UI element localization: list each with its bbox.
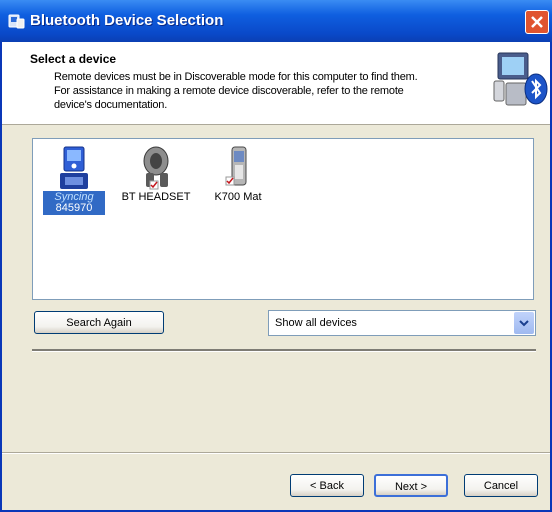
- back-button[interactable]: < Back: [290, 474, 364, 497]
- search-again-button[interactable]: Search Again: [34, 311, 164, 334]
- headset-icon: [136, 143, 176, 191]
- window-title: Bluetooth Device Selection: [30, 12, 224, 29]
- cancel-button[interactable]: Cancel: [464, 474, 538, 497]
- title-bar[interactable]: Bluetooth Device Selection: [0, 0, 552, 42]
- header-description-line1: Remote devices must be in Discoverable m…: [54, 71, 418, 83]
- device-filter-value: Show all devices: [275, 317, 357, 329]
- device-filter-select[interactable]: Show all devices: [268, 310, 536, 336]
- device-item-headset[interactable]: BT HEADSET: [115, 143, 197, 203]
- device-label-pda: Syncing 845970: [43, 191, 105, 215]
- device-label-phone: K700 Mat: [214, 191, 262, 203]
- device-list[interactable]: Syncing 845970 BT HEADSET K700 Mat: [32, 138, 534, 300]
- close-icon: [531, 16, 543, 28]
- separator: [32, 349, 536, 352]
- header-description-line3: device's documentation.: [54, 99, 168, 111]
- computer-bluetooth-icon: [492, 47, 548, 111]
- device-label-headset: BT HEADSET: [121, 191, 191, 203]
- wizard-header: Select a device Remote devices must be i…: [2, 42, 550, 125]
- footer-separator: [2, 452, 550, 454]
- close-button[interactable]: [525, 10, 549, 34]
- header-description-line2: For assistance in making a remote device…: [54, 85, 404, 97]
- bluetooth-device-selection-window: Bluetooth Device Selection Select a devi…: [0, 0, 552, 512]
- next-button[interactable]: Next >: [374, 474, 448, 497]
- bluetooth-devices-icon: [8, 12, 26, 30]
- mobile-phone-icon: [218, 143, 258, 191]
- device-item-phone[interactable]: K700 Mat: [205, 143, 271, 203]
- search-controls: Search Again Show all devices: [32, 310, 538, 340]
- chevron-down-icon[interactable]: [514, 312, 534, 334]
- device-label-line2: 845970: [55, 202, 93, 214]
- device-item-pda[interactable]: Syncing 845970: [43, 143, 105, 215]
- pda-icon: [54, 143, 94, 191]
- page-title: Select a device: [30, 52, 117, 66]
